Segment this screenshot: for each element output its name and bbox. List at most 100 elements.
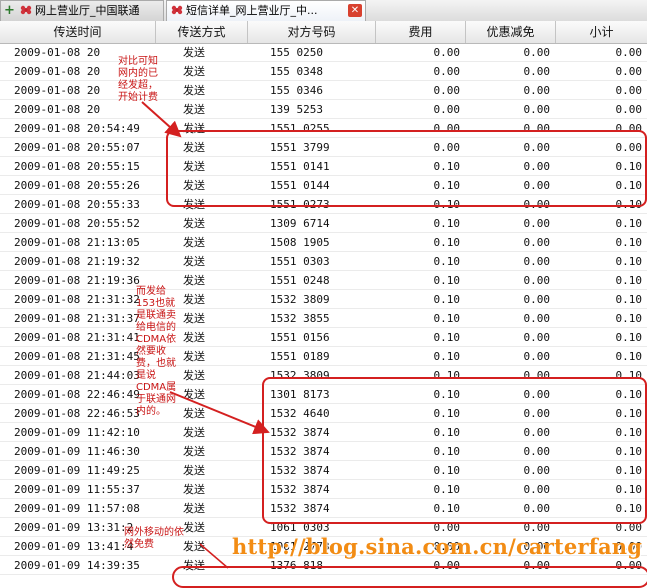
fee-cell: 0.00 [433, 103, 461, 116]
number-cell: 1551 0303 [270, 255, 330, 268]
watermark-url: http://blog.sina.com.cn/carterfang [232, 534, 643, 559]
method-cell: 发送 [183, 274, 205, 287]
number-cell: 155 0346 [270, 84, 323, 97]
discount-cell: 0.00 [523, 103, 551, 116]
time-cell: 2009-01-09 11:42:10 [14, 426, 140, 439]
highlight-box-intranet [166, 130, 647, 207]
time-cell: 2009-01-08 20:54:49 [14, 122, 140, 135]
discount-cell: 0.00 [523, 236, 551, 249]
fee-cell: 0.10 [433, 274, 461, 287]
method-cell: 发送 [183, 255, 205, 268]
tab-sms-detail[interactable]: 短信详单_网上营业厅_中... ✕ [166, 0, 366, 21]
method-cell: 发送 [183, 369, 205, 382]
flower-icon [171, 5, 183, 15]
table-row[interactable]: 2009-01-08 21:31:32 发送 1532 3809 0.10 0.00 0.… [0, 290, 647, 309]
method-cell: 发送 [183, 293, 205, 306]
subtotal-cell: 0.00 [615, 65, 643, 78]
tab-unicom-hall[interactable]: + 网上营业厅_中国联通 [0, 0, 164, 21]
table-row[interactable]: 2009-01-08 21:19:32 发送 1551 0303 0.10 0.00 0.… [0, 252, 647, 271]
subtotal-cell: 0.10 [615, 312, 643, 325]
close-icon[interactable]: ✕ [348, 4, 362, 17]
number-cell: 155 0250 [270, 46, 323, 59]
discount-cell: 0.00 [523, 331, 551, 344]
fee-cell: 0.10 [433, 331, 461, 344]
subtotal-cell: 0.00 [615, 103, 643, 116]
subtotal-cell: 0.10 [615, 236, 643, 249]
column-header-discount[interactable]: 优惠减免 [466, 21, 556, 43]
table-row[interactable]: 2009-01-08 20:55:52 发送 1309 6714 0.10 0.00 0.… [0, 214, 647, 233]
fee-cell: 0.10 [433, 236, 461, 249]
time-cell: 2009-01-08 20:55:15 [14, 160, 140, 173]
discount-cell: 0.00 [523, 293, 551, 306]
table-row[interactable]: 2009-01-08 20 发送 155 0250 0.00 0.00 0.00 [0, 43, 647, 62]
column-header-time[interactable]: 传送时间 [0, 21, 156, 43]
method-cell: 发送 [183, 331, 205, 344]
fee-cell: 0.00 [433, 65, 461, 78]
time-cell: 2009-01-09 11:55:37 [14, 483, 140, 496]
subtotal-cell: 0.00 [615, 46, 643, 59]
subtotal-cell: 0.10 [615, 217, 643, 230]
time-cell: 2009-01-08 20:55:52 [14, 217, 140, 230]
column-header-number[interactable]: 对方号码 [248, 21, 376, 43]
number-cell: 1532 3809 [270, 293, 330, 306]
method-cell: 发送 [183, 388, 205, 401]
time-cell: 2009-01-08 20:55:26 [14, 179, 140, 192]
method-cell: 发送 [183, 46, 205, 59]
table-row[interactable]: 2009-01-08 21:13:05 发送 1508 1905 0.10 0.00 0.… [0, 233, 647, 252]
table-row[interactable]: 2009-01-08 21:31:41 发送 1551 0156 0.10 0.00 0.… [0, 328, 647, 347]
method-cell: 发送 [183, 445, 205, 458]
number-cell: 1508 1905 [270, 236, 330, 249]
method-cell: 发送 [183, 426, 205, 439]
method-cell: 发送 [183, 483, 205, 496]
discount-cell: 0.00 [523, 217, 551, 230]
fee-cell: 0.10 [433, 217, 461, 230]
tab-bar: + 网上营业厅_中国联通 短信详单_网上营业厅_中... ✕ [0, 0, 647, 22]
new-tab-icon[interactable]: + [4, 1, 16, 20]
fee-cell: 0.10 [433, 312, 461, 325]
time-cell: 2009-01-09 11:49:25 [14, 464, 140, 477]
table-row[interactable]: 2009-01-08 21:31:45 发送 1551 0189 0.10 0.00 0.… [0, 347, 647, 366]
table-row[interactable]: 2009-01-08 20 发送 139 5253 0.00 0.00 0.00 [0, 100, 647, 119]
method-cell: 发送 [183, 502, 205, 515]
discount-cell: 0.00 [523, 274, 551, 287]
table-row[interactable]: 2009-01-08 21:31:37 发送 1532 3855 0.10 0.00 0.… [0, 309, 647, 328]
column-header-method[interactable]: 传送方式 [156, 21, 248, 43]
time-cell: 2009-01-09 14:39:35 [14, 559, 140, 572]
time-cell: 2009-01-09 11:57:08 [14, 502, 140, 515]
time-cell: 2009-01-08 21:13:05 [14, 236, 140, 249]
highlight-box-cdma [262, 377, 647, 524]
fee-cell: 0.00 [433, 84, 461, 97]
subtotal-cell: 0.10 [615, 350, 643, 363]
method-cell: 发送 [183, 84, 205, 97]
number-cell: 1551 0156 [270, 331, 330, 344]
time-cell: 2009-01-09 11:46:30 [14, 445, 140, 458]
flower-icon [20, 5, 32, 15]
table-header: 传送时间 传送方式 对方号码 费用 优惠减免 小计 [0, 21, 647, 44]
time-cell: 2009-01-08 20:55:07 [14, 141, 140, 154]
number-cell: 1309 6714 [270, 217, 330, 230]
method-cell: 发送 [183, 407, 205, 420]
discount-cell: 0.00 [523, 46, 551, 59]
discount-cell: 0.00 [523, 350, 551, 363]
number-cell: 1551 0189 [270, 350, 330, 363]
time-cell: 2009-01-08 21:19:32 [14, 255, 140, 268]
annotation-note-mobile: 网外移动的依然免费 [124, 527, 184, 550]
column-header-fee[interactable]: 费用 [376, 21, 466, 43]
subtotal-cell: 0.00 [615, 84, 643, 97]
discount-cell: 0.00 [523, 312, 551, 325]
tab-label: 短信详单_网上营业厅_中... [186, 4, 318, 17]
column-header-subtotal[interactable]: 小计 [556, 21, 647, 43]
method-cell: 发送 [183, 350, 205, 363]
time-cell: 2009-01-08 20:55:33 [14, 198, 140, 211]
number-cell: 139 5253 [270, 103, 323, 116]
table-row[interactable]: 2009-01-08 20 发送 155 0348 0.00 0.00 0.00 [0, 62, 647, 81]
table-row[interactable]: 2009-01-08 21:19:36 发送 1551 0248 0.10 0.00 0.… [0, 271, 647, 290]
method-cell: 发送 [183, 236, 205, 249]
number-cell: 155 0348 [270, 65, 323, 78]
subtotal-cell: 0.10 [615, 255, 643, 268]
method-cell: 发送 [183, 464, 205, 477]
table-row[interactable]: 2009-01-08 20 发送 155 0346 0.00 0.00 0.00 [0, 81, 647, 100]
annotation-note-cdma: 而发给153也就是联通卖给电信的CDMA依然要收费，也就是说CDMA属于联通网内… [136, 286, 177, 417]
fee-cell: 0.10 [433, 293, 461, 306]
method-cell: 发送 [183, 312, 205, 325]
